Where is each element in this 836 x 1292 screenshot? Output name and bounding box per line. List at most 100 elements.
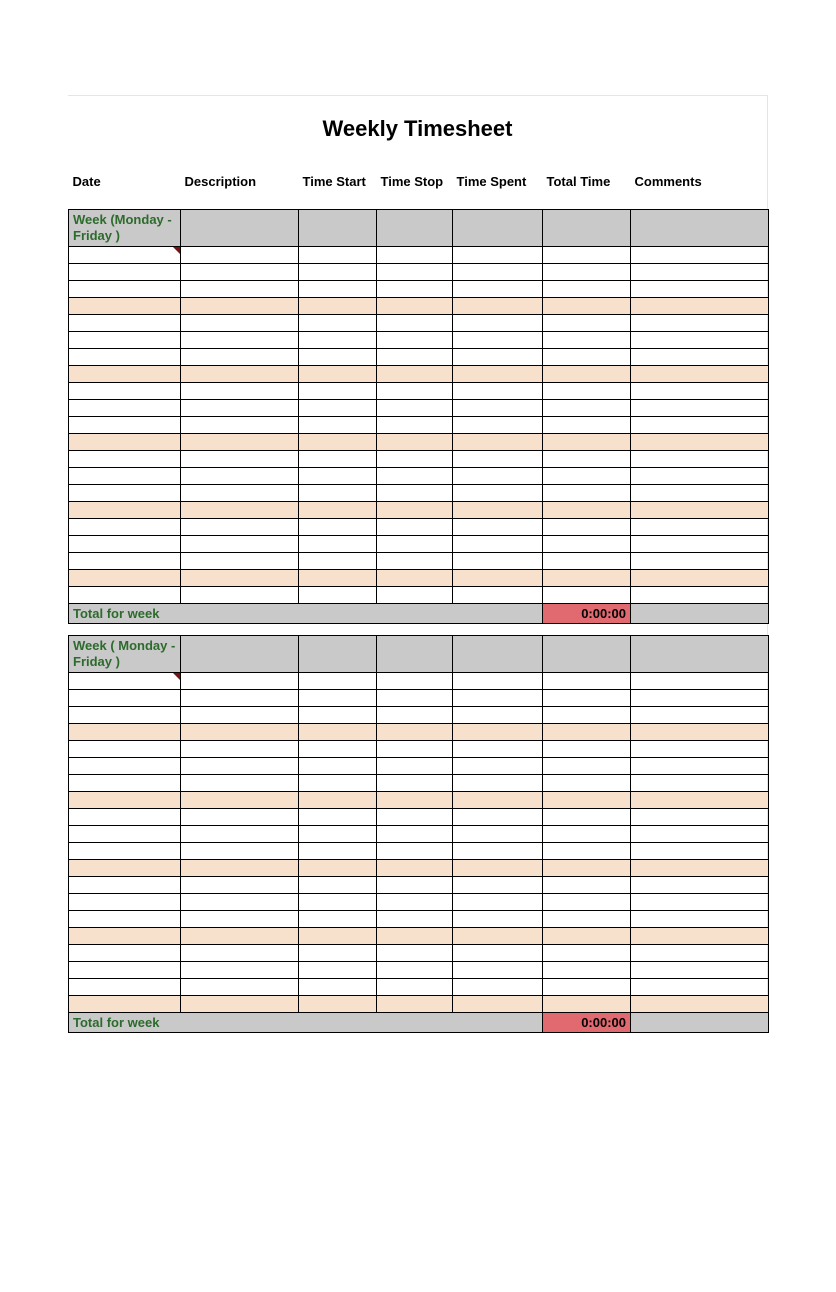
cell[interactable] xyxy=(453,417,543,434)
cell[interactable] xyxy=(299,690,377,707)
cell[interactable] xyxy=(453,485,543,502)
cell[interactable] xyxy=(299,792,377,809)
cell[interactable] xyxy=(631,775,769,792)
cell[interactable] xyxy=(181,707,299,724)
cell[interactable] xyxy=(377,707,453,724)
cell[interactable] xyxy=(69,809,181,826)
cell[interactable] xyxy=(377,264,453,281)
cell[interactable] xyxy=(631,843,769,860)
cell[interactable] xyxy=(69,707,181,724)
cell[interactable] xyxy=(377,468,453,485)
cell[interactable] xyxy=(181,928,299,945)
cell[interactable] xyxy=(181,690,299,707)
cell[interactable] xyxy=(377,349,453,366)
cell[interactable] xyxy=(543,860,631,877)
cell[interactable] xyxy=(299,451,377,468)
cell[interactable] xyxy=(543,928,631,945)
cell[interactable] xyxy=(181,332,299,349)
cell[interactable] xyxy=(377,383,453,400)
cell[interactable] xyxy=(299,741,377,758)
cell[interactable] xyxy=(543,247,631,264)
cell[interactable] xyxy=(181,979,299,996)
cell[interactable] xyxy=(377,536,453,553)
cell[interactable] xyxy=(453,758,543,775)
cell[interactable] xyxy=(453,332,543,349)
cell[interactable] xyxy=(299,945,377,962)
cell[interactable] xyxy=(631,724,769,741)
cell[interactable] xyxy=(377,843,453,860)
cell[interactable] xyxy=(543,383,631,400)
cell[interactable] xyxy=(453,894,543,911)
cell[interactable] xyxy=(69,281,181,298)
cell[interactable] xyxy=(543,911,631,928)
cell[interactable] xyxy=(543,332,631,349)
cell[interactable] xyxy=(631,281,769,298)
cell[interactable] xyxy=(377,298,453,315)
cell[interactable] xyxy=(631,349,769,366)
cell[interactable] xyxy=(181,945,299,962)
cell[interactable] xyxy=(377,724,453,741)
cell[interactable] xyxy=(181,894,299,911)
cell[interactable] xyxy=(377,792,453,809)
cell[interactable] xyxy=(631,502,769,519)
cell[interactable] xyxy=(299,383,377,400)
cell[interactable] xyxy=(453,996,543,1013)
cell[interactable] xyxy=(543,945,631,962)
week-header-cell[interactable] xyxy=(377,210,453,247)
cell[interactable] xyxy=(69,894,181,911)
cell[interactable] xyxy=(181,264,299,281)
cell[interactable] xyxy=(299,724,377,741)
cell[interactable] xyxy=(631,519,769,536)
cell[interactable] xyxy=(543,996,631,1013)
cell[interactable] xyxy=(69,553,181,570)
cell[interactable] xyxy=(377,434,453,451)
cell[interactable] xyxy=(181,383,299,400)
week-total-comments[interactable] xyxy=(631,1013,769,1033)
cell[interactable] xyxy=(181,860,299,877)
cell[interactable] xyxy=(377,741,453,758)
cell[interactable] xyxy=(453,843,543,860)
cell[interactable] xyxy=(453,809,543,826)
cell[interactable] xyxy=(69,962,181,979)
cell[interactable] xyxy=(181,298,299,315)
cell[interactable] xyxy=(453,877,543,894)
cell[interactable] xyxy=(453,911,543,928)
cell[interactable] xyxy=(69,400,181,417)
cell[interactable] xyxy=(299,809,377,826)
week-header-cell[interactable] xyxy=(181,636,299,673)
week-header-cell[interactable] xyxy=(299,636,377,673)
cell[interactable] xyxy=(299,332,377,349)
cell[interactable] xyxy=(299,587,377,604)
cell[interactable] xyxy=(181,434,299,451)
cell[interactable] xyxy=(543,673,631,690)
cell[interactable] xyxy=(181,792,299,809)
cell[interactable] xyxy=(631,996,769,1013)
cell[interactable] xyxy=(299,536,377,553)
cell[interactable] xyxy=(299,673,377,690)
cell[interactable] xyxy=(631,741,769,758)
cell[interactable] xyxy=(453,434,543,451)
cell[interactable] xyxy=(299,247,377,264)
cell[interactable] xyxy=(543,502,631,519)
cell[interactable] xyxy=(631,536,769,553)
week-header-cell[interactable] xyxy=(377,636,453,673)
cell[interactable] xyxy=(181,281,299,298)
cell[interactable] xyxy=(69,315,181,332)
cell[interactable] xyxy=(453,724,543,741)
cell[interactable] xyxy=(181,315,299,332)
cell[interactable] xyxy=(543,366,631,383)
cell[interactable] xyxy=(453,553,543,570)
cell[interactable] xyxy=(631,332,769,349)
cell[interactable] xyxy=(299,298,377,315)
cell[interactable] xyxy=(543,468,631,485)
cell[interactable] xyxy=(299,281,377,298)
cell[interactable] xyxy=(543,264,631,281)
cell[interactable] xyxy=(631,570,769,587)
cell[interactable] xyxy=(181,553,299,570)
cell[interactable] xyxy=(299,468,377,485)
cell[interactable] xyxy=(181,519,299,536)
cell[interactable] xyxy=(69,673,181,690)
cell[interactable] xyxy=(69,792,181,809)
cell[interactable] xyxy=(631,962,769,979)
cell[interactable] xyxy=(299,996,377,1013)
